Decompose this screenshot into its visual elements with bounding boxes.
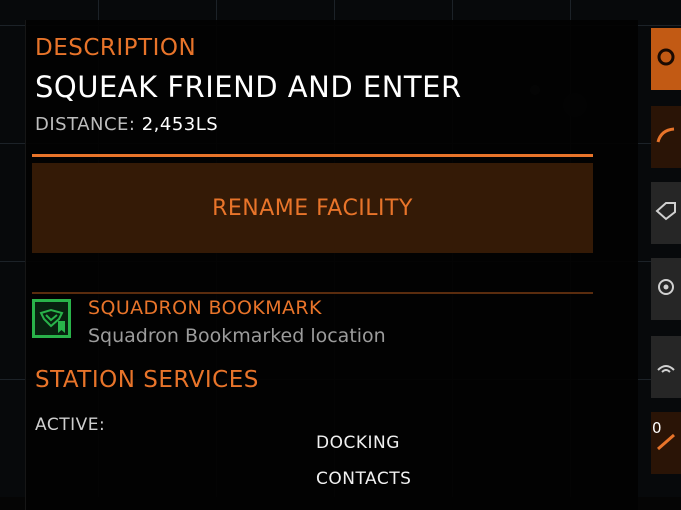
bookmark-title: SQUADRON BOOKMARK [88, 297, 322, 319]
services-active-label: ACTIVE: [35, 415, 106, 435]
section-divider [32, 292, 593, 294]
side-counter: 0 [652, 419, 662, 437]
distance-label: DISTANCE: [35, 114, 136, 135]
squadron-bookmark-icon [32, 299, 71, 338]
bookmark-subtitle: Squadron Bookmarked location [88, 325, 386, 347]
distance-value: 2,453LS [141, 114, 219, 135]
tag-icon [655, 200, 677, 226]
service-item-contacts: CONTACTS [316, 469, 412, 489]
distance-readout: DISTANCE: 2,453LS [35, 114, 218, 135]
eye-icon [655, 276, 677, 302]
facility-name: SQUEAK FRIEND AND ENTER [35, 70, 462, 104]
service-item-docking: DOCKING [316, 433, 400, 453]
station-services-heading: STATION SERVICES [35, 367, 259, 393]
side-tab-arc[interactable] [651, 106, 681, 168]
signal-icon [655, 354, 677, 380]
arc-icon [655, 124, 677, 150]
rename-facility-button[interactable]: RENAME FACILITY [32, 163, 593, 253]
header-divider [32, 154, 593, 157]
side-tab-signal[interactable] [651, 336, 681, 398]
description-label: DESCRIPTION [35, 35, 197, 61]
faction-icon [655, 46, 677, 72]
side-tab-tag[interactable] [651, 182, 681, 244]
side-tab-faction[interactable] [651, 28, 681, 90]
side-tab-eye[interactable] [651, 258, 681, 320]
